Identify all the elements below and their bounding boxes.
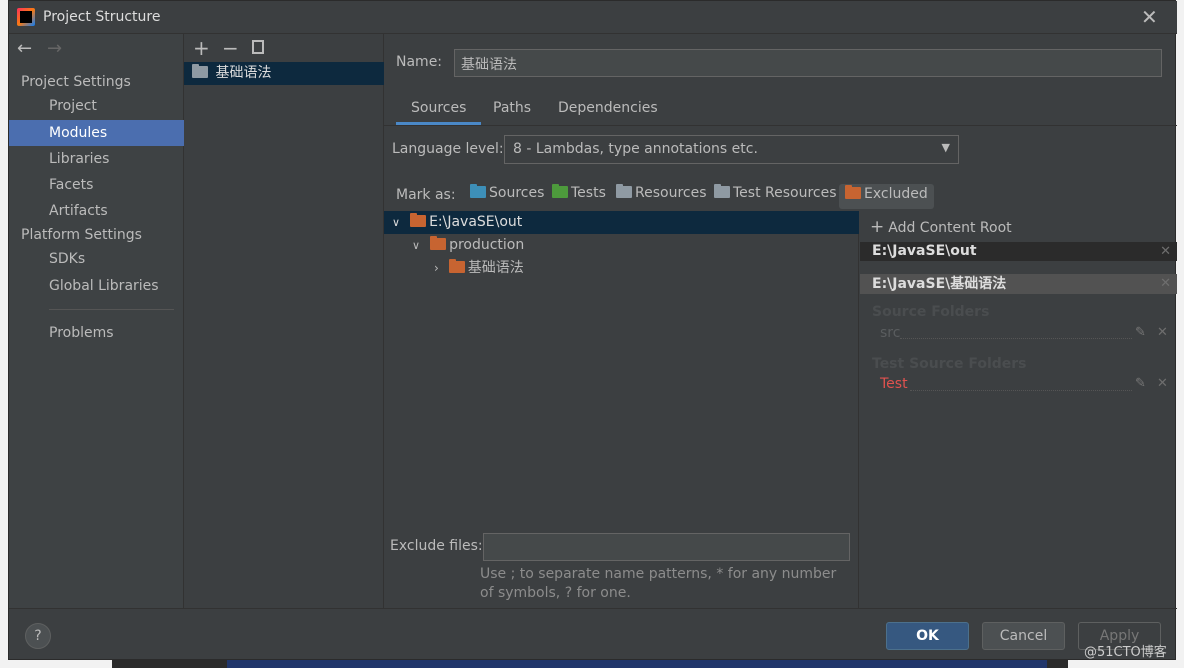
sidebar-item-facets[interactable]: Facets bbox=[9, 172, 184, 198]
add-content-root-label: Add Content Root bbox=[888, 220, 1012, 236]
sidebar-item-artifacts[interactable]: Artifacts bbox=[9, 198, 184, 224]
module-item[interactable]: 基础语法 bbox=[184, 62, 384, 85]
module-editor: Name: 基础语法 Sources Paths Dependencies La… bbox=[384, 34, 1177, 608]
forward-icon[interactable]: → bbox=[47, 38, 62, 59]
source-folder-item: src bbox=[880, 325, 901, 341]
close-icon[interactable]: ✕ bbox=[1157, 376, 1168, 391]
tab-paths[interactable]: Paths bbox=[493, 100, 531, 116]
language-level-select[interactable]: 8 - Lambdas, type annotations etc. ▼ bbox=[504, 135, 959, 164]
mark-label: Resources bbox=[635, 185, 707, 201]
sources-folder-icon bbox=[470, 184, 486, 198]
content-root-item[interactable]: E:\JavaSE\基础语法 ✕ bbox=[860, 274, 1177, 294]
project-settings-header: Project Settings bbox=[21, 74, 131, 90]
excluded-folder-icon bbox=[410, 213, 427, 227]
sidebar-item-global-libraries[interactable]: Global Libraries bbox=[9, 273, 184, 299]
mark-label: Tests bbox=[571, 185, 606, 201]
mark-resources-button[interactable]: Resources bbox=[616, 184, 707, 201]
intellij-logo-icon bbox=[17, 8, 35, 26]
test-folders-header: Test Source Folders bbox=[872, 356, 1027, 372]
exclude-files-hint: Use ; to separate name patterns, * for a… bbox=[480, 566, 837, 601]
dotted-leader bbox=[900, 338, 1132, 339]
module-name: 基础语法 bbox=[215, 65, 272, 81]
remove-icon[interactable]: − bbox=[222, 36, 239, 60]
add-content-root-button[interactable]: + Add Content Root bbox=[870, 217, 1012, 237]
test-folder-item: Test bbox=[880, 376, 908, 392]
excluded-folder-icon bbox=[430, 236, 447, 250]
tree-item-label: 基础语法 bbox=[467, 260, 524, 276]
window-title: Project Structure bbox=[43, 9, 161, 25]
chevron-down-icon: ∨ bbox=[412, 239, 421, 252]
project-structure-dialog: Project Structure ✕ ← → Project Settings… bbox=[8, 0, 1177, 661]
language-level-label: Language level: bbox=[392, 141, 504, 157]
platform-settings-header: Platform Settings bbox=[21, 227, 142, 243]
tree-item-label: production bbox=[449, 237, 525, 253]
tab-dependencies[interactable]: Dependencies bbox=[558, 100, 658, 116]
divider bbox=[49, 309, 174, 310]
edit-icon[interactable]: ✎ bbox=[1135, 376, 1146, 391]
chevron-down-icon: ∨ bbox=[392, 216, 401, 229]
dialog-footer: ? OK Cancel Apply bbox=[9, 608, 1177, 661]
mark-tests-button[interactable]: Tests bbox=[552, 184, 606, 201]
mark-as-label: Mark as: bbox=[396, 187, 456, 203]
background-editor bbox=[112, 660, 1068, 668]
tree-item[interactable]: › 基础语法 bbox=[434, 257, 524, 280]
resources-folder-icon bbox=[616, 184, 632, 198]
sidebar-item-libraries[interactable]: Libraries bbox=[9, 146, 184, 172]
module-folder-icon bbox=[192, 64, 208, 78]
sidebar-item-sdks[interactable]: SDKs bbox=[9, 246, 184, 272]
content-root-path: E:\JavaSE\基础语法 bbox=[872, 276, 1007, 292]
modules-panel: + − 基础语法 bbox=[184, 34, 384, 608]
back-icon[interactable]: ← bbox=[17, 38, 32, 59]
content-root-path: E:\JavaSE\out bbox=[872, 243, 977, 259]
add-icon[interactable]: + bbox=[193, 36, 210, 60]
test-resources-folder-icon bbox=[714, 184, 730, 198]
tree-item-label: E:\JavaSE\out bbox=[429, 214, 523, 230]
exclude-files-input[interactable] bbox=[483, 533, 850, 561]
close-icon[interactable]: ✕ bbox=[1160, 274, 1171, 294]
language-level-value: 8 - Lambdas, type annotations etc. bbox=[513, 141, 758, 157]
mark-sources-button[interactable]: Sources bbox=[470, 184, 545, 201]
close-icon[interactable]: ✕ bbox=[1157, 325, 1168, 340]
chevron-down-icon: ▼ bbox=[941, 141, 950, 154]
title-bar: Project Structure ✕ bbox=[9, 1, 1177, 34]
tree-item[interactable]: ∨ production bbox=[412, 234, 524, 257]
help-button[interactable]: ? bbox=[25, 623, 51, 649]
exclude-files-label: Exclude files: bbox=[390, 538, 483, 554]
ok-button[interactable]: OK bbox=[886, 622, 969, 650]
sidebar: ← → Project Settings Project Modules Lib… bbox=[9, 34, 184, 608]
chevron-right-icon: › bbox=[434, 261, 439, 275]
copy-icon[interactable] bbox=[252, 40, 264, 54]
tab-sources[interactable]: Sources bbox=[411, 100, 466, 116]
watermark: @51CTO博客 bbox=[1084, 645, 1167, 660]
tests-folder-icon bbox=[552, 184, 568, 198]
edit-icon[interactable]: ✎ bbox=[1135, 325, 1146, 340]
divider bbox=[384, 125, 1177, 126]
cancel-button[interactable]: Cancel bbox=[982, 622, 1065, 650]
excluded-folder-icon bbox=[448, 259, 465, 273]
content-tree: ∨ E:\JavaSE\out ∨ production › 基础语法 Exclude… bbox=[384, 211, 859, 608]
content-roots-panel: + Add Content Root E:\JavaSE\out ✕ E:\Java… bbox=[860, 211, 1177, 608]
sidebar-item-problems[interactable]: Problems bbox=[9, 320, 184, 346]
mark-label: Excluded bbox=[864, 186, 928, 202]
sidebar-item-project[interactable]: Project bbox=[9, 93, 184, 119]
mark-label: Sources bbox=[489, 185, 545, 201]
name-input[interactable]: 基础语法 bbox=[454, 49, 1162, 77]
source-folders-header: Source Folders bbox=[872, 304, 990, 320]
mark-label: Test Resources bbox=[733, 185, 837, 201]
mark-excluded-button[interactable]: Excluded bbox=[839, 184, 934, 209]
dotted-leader bbox=[910, 390, 1132, 391]
sidebar-item-modules[interactable]: Modules bbox=[9, 120, 184, 146]
close-icon[interactable]: ✕ bbox=[1160, 242, 1171, 261]
name-label: Name: bbox=[396, 54, 443, 70]
excluded-folder-icon bbox=[845, 185, 861, 199]
plus-icon: + bbox=[870, 217, 885, 237]
close-icon[interactable]: ✕ bbox=[1141, 5, 1158, 29]
content-root-item[interactable]: E:\JavaSE\out ✕ bbox=[860, 242, 1177, 261]
tree-item[interactable]: ∨ E:\JavaSE\out bbox=[384, 211, 859, 234]
mark-test-resources-button[interactable]: Test Resources bbox=[714, 184, 837, 201]
